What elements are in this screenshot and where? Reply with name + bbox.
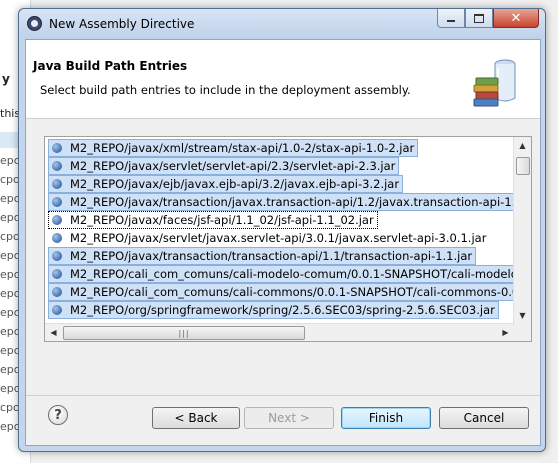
list-item[interactable]: M2_REPO/javax/servlet/javax.servlet-api/… <box>48 229 490 246</box>
list-item-content: M2_REPO/javax/ejb/javax.ejb-api/3.2/java… <box>48 174 404 193</box>
maximize-icon <box>474 13 484 23</box>
jar-icon <box>52 286 62 297</box>
list-item[interactable]: M2_REPO/cali_com_comuns/cali-modelo-comu… <box>48 264 531 283</box>
maximize-button[interactable] <box>465 9 493 28</box>
list-item-content: M2_REPO/javax/transaction/transaction-ap… <box>48 246 477 265</box>
wizard-header: Java Build Path Entries Select build pat… <box>26 40 540 119</box>
horizontal-scroll-thumb[interactable]: ||| <box>63 326 305 340</box>
list-item-content: M2_REPO/org/springframework/spring/2.5.6… <box>48 300 499 319</box>
scroll-up-icon[interactable]: ▲ <box>514 137 531 154</box>
window-controls: ✕ <box>437 9 539 29</box>
cancel-button[interactable]: Cancel <box>439 407 529 429</box>
list-item[interactable]: M2_REPO/javax/transaction/javax.transact… <box>48 192 532 211</box>
minimize-icon <box>447 20 455 22</box>
list-item-label: M2_REPO/javax/faces/jsf-api/1.1_02/jsf-a… <box>70 212 374 227</box>
list-item-label: M2_REPO/javax/xml/stream/stax-api/1.0-2/… <box>70 140 415 155</box>
list-item-label: M2_REPO/javax/servlet/servlet-api/2.3/se… <box>70 158 396 173</box>
scroll-down-icon[interactable]: ▼ <box>514 307 531 324</box>
list-item-content: M2_REPO/javax/faces/jsf-api/1.1_02/jsf-a… <box>48 210 378 229</box>
footer-divider <box>26 395 540 396</box>
finish-button[interactable]: Finish <box>341 407 431 429</box>
list-item-label: M2_REPO/javax/transaction/javax.transact… <box>70 194 532 209</box>
vertical-scroll-thumb[interactable] <box>516 157 530 175</box>
list-item-content: M2_REPO/javax/transaction/javax.transact… <box>48 192 532 211</box>
window-title: New Assembly Directive <box>49 17 195 31</box>
jar-icon <box>52 196 62 207</box>
list-item[interactable]: M2_REPO/javax/servlet/servlet-api/2.3/se… <box>48 156 400 175</box>
scroll-left-icon[interactable]: ◀ <box>45 324 62 341</box>
list-item[interactable]: M2_REPO/javax/faces/jsf-api/1.1_02/jsf-a… <box>48 210 378 229</box>
help-icon: ? <box>54 407 62 423</box>
vertical-scrollbar[interactable]: ▲ ▼ <box>513 137 531 324</box>
help-button[interactable]: ? <box>48 405 68 425</box>
horizontal-scrollbar[interactable]: ◀ ||| ▶ <box>45 323 514 341</box>
jar-icon <box>52 268 62 279</box>
jar-icon <box>52 178 62 189</box>
eclipse-icon <box>27 16 42 31</box>
list-item[interactable]: M2_REPO/javax/xml/stream/stax-api/1.0-2/… <box>48 138 419 157</box>
dialog-body: Java Build Path Entries Select build pat… <box>25 39 541 446</box>
list-item-label: M2_REPO/cali_com_comuns/cali-commons/0.0… <box>70 284 531 299</box>
library-jars-icon <box>473 59 516 107</box>
scrollbar-corner <box>514 324 531 341</box>
title-bar[interactable]: New Assembly Directive ✕ <box>19 9 545 39</box>
jar-icon <box>52 142 62 153</box>
jar-icon <box>52 304 62 315</box>
list-item-label: M2_REPO/cali_com_comuns/cali-modelo-comu… <box>70 266 531 281</box>
build-path-entries-list[interactable]: M2_REPO/javax/xml/stream/stax-api/1.0-2/… <box>44 136 532 342</box>
list-item-label: M2_REPO/javax/ejb/javax.ejb-api/3.2/java… <box>70 176 400 191</box>
back-button[interactable]: < Back <box>152 407 240 429</box>
background-label: y <box>2 72 10 86</box>
jar-icon <box>52 232 62 243</box>
list-item-content: M2_REPO/javax/servlet/javax.servlet-api/… <box>48 229 490 247</box>
list-item-content: M2_REPO/javax/xml/stream/stax-api/1.0-2/… <box>48 138 419 157</box>
list-item-label: M2_REPO/javax/servlet/javax.servlet-api/… <box>70 230 487 245</box>
list-item[interactable]: M2_REPO/org/springframework/spring/2.5.6… <box>48 300 499 319</box>
list-item-content: M2_REPO/javax/servlet/servlet-api/2.3/se… <box>48 156 400 175</box>
list-item[interactable]: M2_REPO/javax/ejb/javax.ejb-api/3.2/java… <box>48 174 404 193</box>
jar-icon <box>52 250 62 261</box>
list-item[interactable]: M2_REPO/cali_com_comuns/cali-commons/0.0… <box>48 282 531 301</box>
list-item-label: M2_REPO/javax/transaction/transaction-ap… <box>70 248 473 263</box>
list-item-content: M2_REPO/cali_com_comuns/cali-modelo-comu… <box>48 264 531 283</box>
close-icon: ✕ <box>510 10 522 26</box>
list-item-label: M2_REPO/org/springframework/spring/2.5.6… <box>70 302 495 317</box>
new-assembly-directive-dialog: New Assembly Directive ✕ Java Build Path… <box>18 8 546 452</box>
minimize-button[interactable] <box>437 9 465 28</box>
jar-icon <box>52 160 62 171</box>
list-item[interactable]: M2_REPO/javax/transaction/transaction-ap… <box>48 246 477 265</box>
next-button[interactable]: Next > <box>244 407 334 429</box>
page-title: Java Build Path Entries <box>33 59 188 73</box>
scroll-right-icon[interactable]: ▶ <box>497 324 514 341</box>
jar-icon <box>52 214 62 225</box>
page-description: Select build path entries to include in … <box>40 83 411 97</box>
list-item-content: M2_REPO/cali_com_comuns/cali-commons/0.0… <box>48 282 531 301</box>
close-button[interactable]: ✕ <box>493 9 539 28</box>
